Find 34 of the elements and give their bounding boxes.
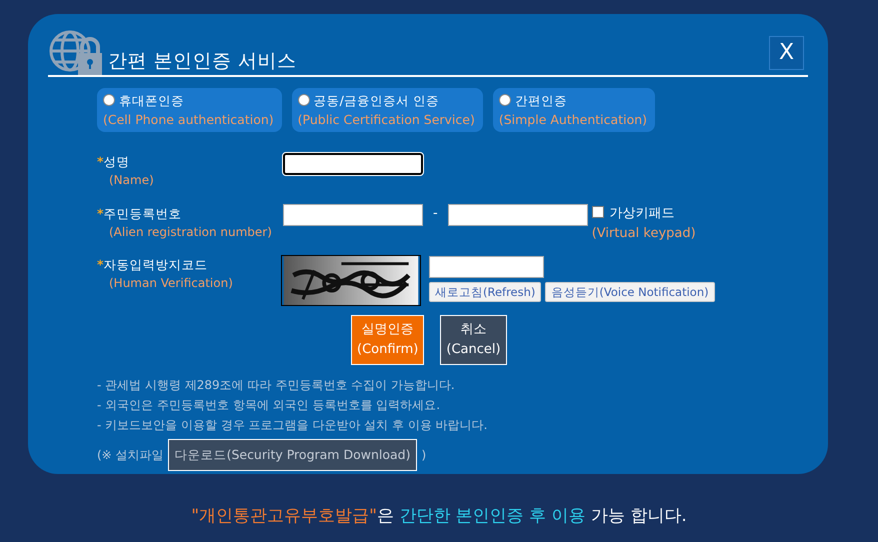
auth-option[interactable]: 휴대폰인증 (Cell Phone authentication) — [97, 88, 282, 132]
keypad-checkbox[interactable] — [592, 206, 604, 218]
captcha-field[interactable] — [429, 256, 544, 278]
footer-text: 간단한 본인인증 후 이용 — [399, 506, 586, 526]
notice-text: - 키보드보안을 이용할 경우 프로그램을 다운받아 설치 후 이용 바랍니다. — [97, 417, 488, 434]
name-field[interactable] — [283, 153, 423, 175]
footer-text: 은 — [376, 506, 394, 526]
field-label: *자동입력방지코드 — [97, 256, 209, 274]
keypad-hint: (Virtual keypad) — [592, 224, 696, 242]
footer-text: 가능 합니다. — [590, 506, 687, 526]
field-label: *성명 — [97, 153, 131, 171]
notice-text: - 외국인은 주민등록번호 항목에 외국인 등록번호를 입력하세요. — [97, 397, 442, 414]
field-hint: (Human Verification) — [108, 275, 234, 292]
id-field[interactable] — [283, 204, 423, 226]
notice-text: (※ 설치파일 — [97, 447, 164, 464]
notice-text: ) — [421, 447, 426, 464]
captcha-button[interactable]: 새로고침(Refresh) — [429, 282, 542, 302]
confirm-button[interactable]: 실명인증 (Confirm) — [351, 315, 424, 365]
captcha-button[interactable]: 음성듣기(Voice Notification) — [545, 282, 715, 302]
close-button[interactable]: X — [769, 36, 804, 70]
dialog-title: 간편 본인인증 서비스 — [108, 52, 297, 74]
download-button[interactable]: 다운로드(Security Program Download) — [168, 439, 418, 471]
separator-text: - — [433, 205, 438, 223]
footer-text: "개인통관고유부호발급" — [191, 506, 377, 526]
field-label: *주민등록번호 — [97, 205, 183, 223]
field-hint: (Alien registration number) — [108, 224, 273, 241]
auth-option[interactable]: 간편인증 (Simple Authentication) — [492, 88, 656, 132]
notice-text: - 관세법 시행령 제289조에 따라 주민등록번호 수집이 가능합니다. — [97, 377, 456, 394]
globe-lock-icon — [48, 29, 104, 75]
cancel-button[interactable]: 취소 (Cancel) — [440, 315, 507, 365]
keypad-label: 가상키패드 — [610, 206, 675, 221]
field-hint: (Name) — [108, 172, 155, 189]
auth-option[interactable]: 공동/금융인증서 인증 (Public Certification Service) — [292, 88, 483, 132]
id-field[interactable] — [448, 204, 588, 226]
